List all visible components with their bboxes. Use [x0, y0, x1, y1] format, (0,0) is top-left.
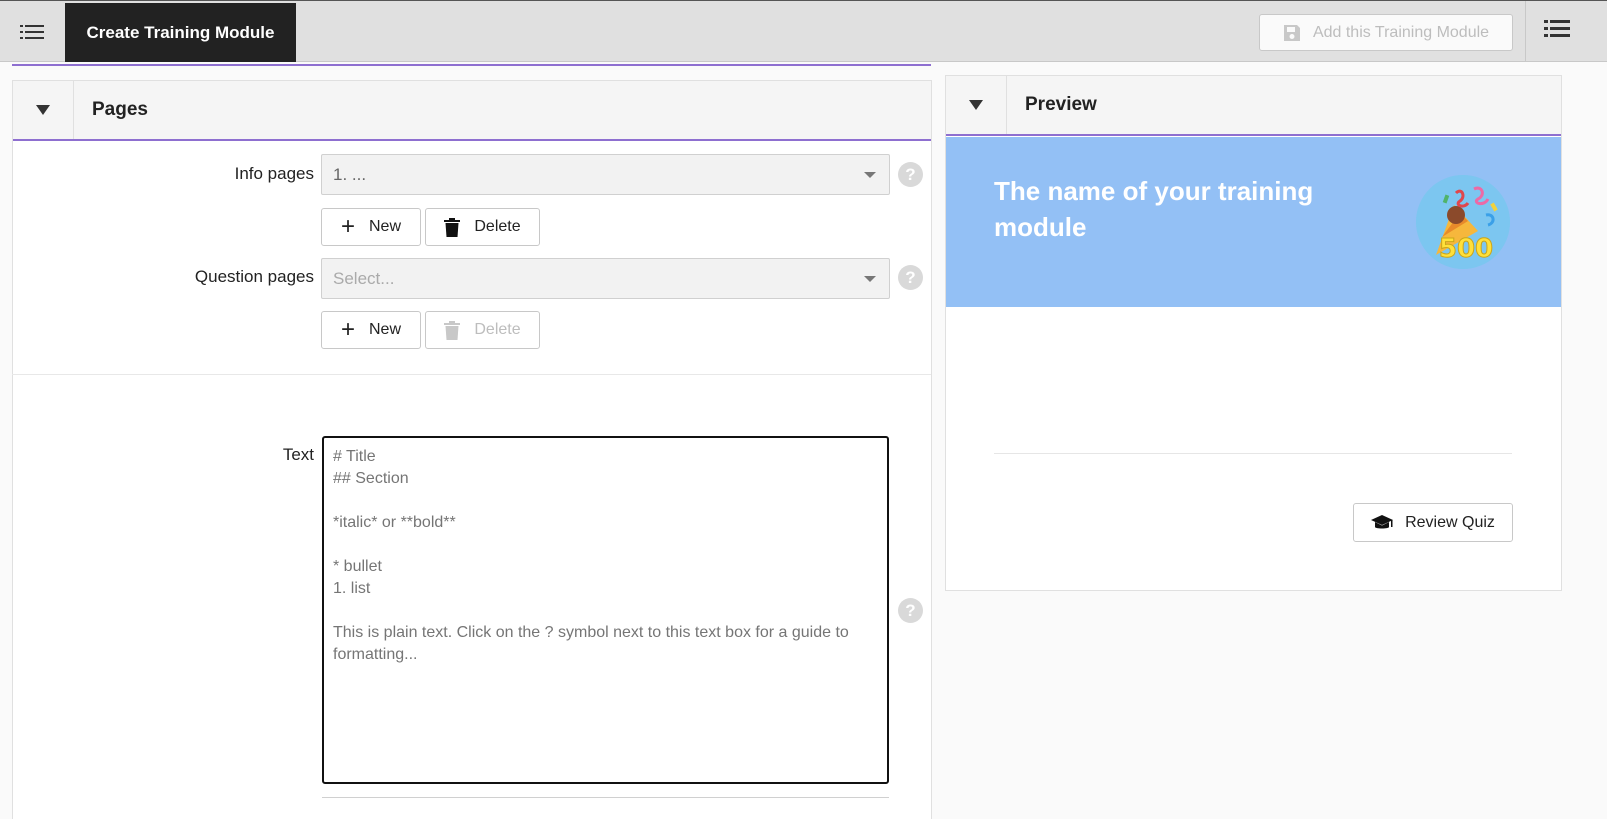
- chevron-down-icon: [864, 276, 876, 282]
- pages-collapse-toggle[interactable]: [13, 81, 74, 139]
- save-icon: [1283, 24, 1300, 41]
- badge-number: 500: [1439, 234, 1493, 264]
- plus-icon: +: [340, 316, 355, 343]
- preview-panel-header: Preview: [946, 76, 1561, 136]
- top-bar: Create Training Module Add this Training…: [0, 0, 1607, 62]
- new-question-page-label: New: [369, 321, 402, 338]
- review-quiz-label: Review Quiz: [1405, 513, 1495, 531]
- pages-panel-title: Pages: [92, 99, 148, 120]
- delete-question-page-button[interactable]: Delete: [425, 311, 540, 349]
- trash-icon: [444, 217, 461, 237]
- list-icon: [20, 24, 44, 39]
- preview-divider: [994, 453, 1512, 454]
- list-icon: [1544, 20, 1570, 37]
- new-question-page-button[interactable]: + New: [321, 311, 421, 349]
- add-training-module-button[interactable]: Add this Training Module: [1259, 14, 1513, 51]
- text-editor-textarea[interactable]: [322, 436, 889, 784]
- tab-create-training-module[interactable]: Create Training Module: [65, 3, 296, 62]
- secondary-menu-button[interactable]: [1540, 19, 1570, 45]
- module-name-preview: The name of your training module: [994, 176, 1314, 242]
- triangle-down-icon: [36, 105, 50, 115]
- chevron-down-icon: [864, 172, 876, 178]
- section-separator: [12, 374, 931, 375]
- question-pages-help-icon[interactable]: ?: [898, 265, 923, 290]
- preview-collapse-toggle[interactable]: [946, 76, 1007, 134]
- celebration-badge-icon: 500: [1416, 175, 1510, 269]
- graduation-cap-icon: [1371, 514, 1394, 528]
- pages-panel-header: Pages: [13, 81, 931, 141]
- main-menu-button[interactable]: [0, 1, 64, 62]
- text-help-icon[interactable]: ?: [898, 598, 923, 623]
- question-pages-placeholder: Select...: [333, 268, 395, 288]
- new-info-page-label: New: [369, 218, 402, 235]
- next-field-edge: [322, 797, 889, 798]
- delete-info-page-label: Delete: [474, 218, 521, 235]
- accent-divider: [12, 64, 931, 66]
- add-button-label: Add this Training Module: [1312, 23, 1490, 41]
- review-quiz-button[interactable]: Review Quiz: [1353, 503, 1513, 542]
- party-popper-icon: 500: [1416, 175, 1510, 269]
- delete-question-page-label: Delete: [474, 321, 521, 338]
- preview-panel-title: Preview: [1025, 94, 1097, 115]
- trash-icon: [444, 320, 461, 340]
- question-pages-select[interactable]: Select...: [321, 258, 890, 299]
- preview-banner: The name of your training module 500: [946, 137, 1561, 307]
- triangle-down-icon: [969, 100, 983, 110]
- topbar-divider: [1525, 1, 1526, 62]
- plus-icon: +: [340, 213, 355, 240]
- question-pages-label: Question pages: [194, 267, 314, 286]
- text-field-label: Text: [282, 445, 314, 464]
- new-info-page-button[interactable]: + New: [321, 208, 421, 246]
- info-pages-label: Info pages: [234, 164, 314, 183]
- info-pages-selected-value: 1. ...: [333, 164, 367, 184]
- delete-info-page-button[interactable]: Delete: [425, 208, 540, 246]
- info-pages-select[interactable]: 1. ...: [321, 154, 890, 195]
- info-pages-help-icon[interactable]: ?: [898, 162, 923, 187]
